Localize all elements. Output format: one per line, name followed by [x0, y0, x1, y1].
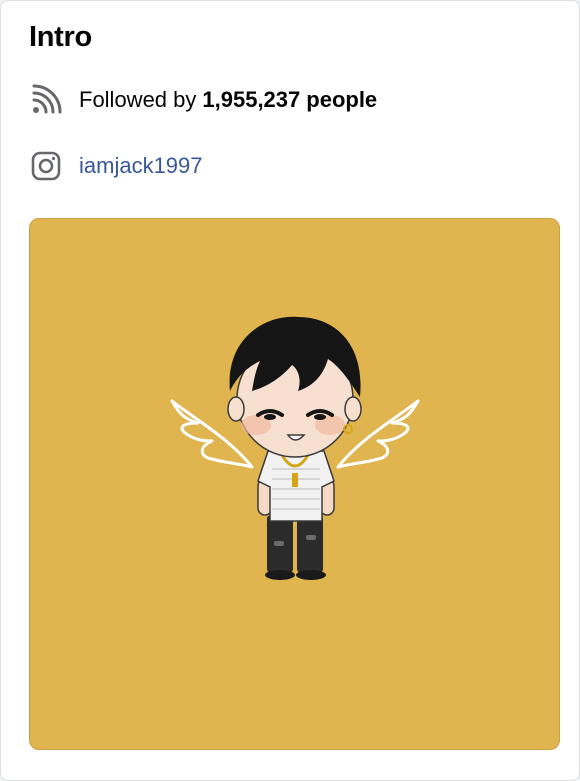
followers-suffix: people — [306, 87, 378, 112]
instagram-row: iamjack1997 — [29, 149, 203, 183]
instagram-icon — [29, 149, 63, 183]
intro-title: Intro — [29, 21, 92, 53]
chibi-avatar-illustration — [170, 316, 420, 580]
followers-prefix: Followed by — [79, 87, 197, 112]
followers-row: Followed by 1,955,237 people — [29, 83, 383, 117]
followers-count: 1,955,237 — [202, 87, 301, 112]
rss-icon — [29, 83, 63, 117]
featured-photo[interactable] — [29, 218, 560, 750]
intro-card: Intro Followed by 1,955,237 people iamja… — [0, 0, 580, 781]
instagram-link[interactable]: iamjack1997 — [79, 153, 203, 179]
